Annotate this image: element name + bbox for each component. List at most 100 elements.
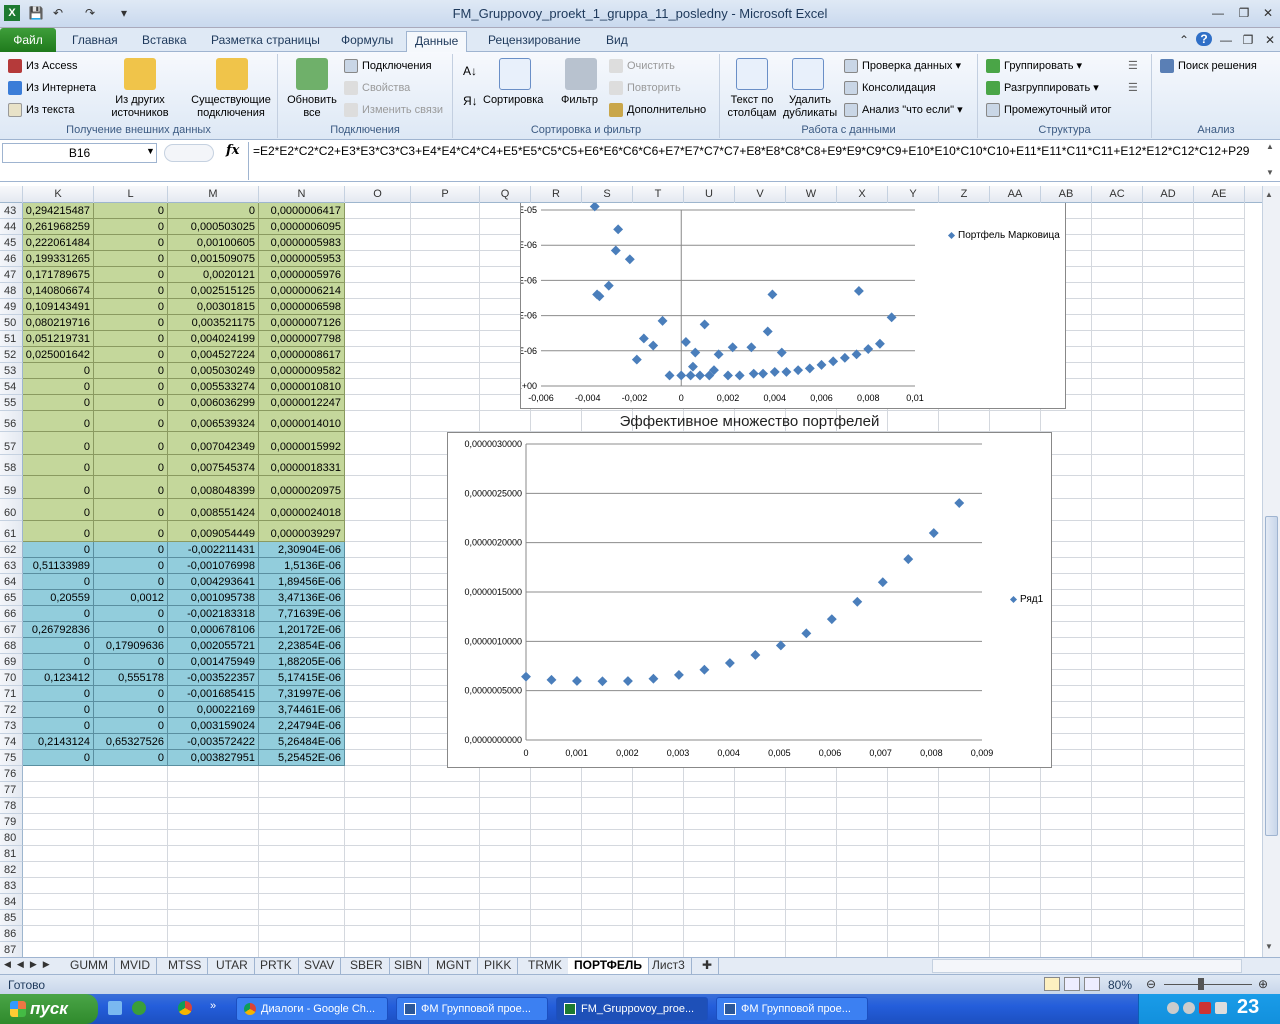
column-header-r[interactable]: R [531, 186, 582, 203]
cell-ad50[interactable] [1143, 315, 1194, 331]
cell-ac51[interactable] [1092, 331, 1143, 347]
row-header[interactable]: 48 [0, 283, 23, 299]
scroll-thumb[interactable] [1265, 516, 1278, 836]
cell-r84[interactable] [531, 894, 582, 910]
cell-ac56[interactable] [1092, 411, 1143, 432]
what-if-button[interactable]: Анализ "что если" ▾ [844, 103, 963, 118]
cell-p79[interactable] [411, 814, 480, 830]
cell-q85[interactable] [480, 910, 531, 926]
row-header[interactable]: 76 [0, 766, 23, 782]
column-header-ad[interactable]: AD [1143, 186, 1194, 203]
cell-p87[interactable] [411, 942, 480, 957]
cell-n65[interactable]: 3,47136E-06 [259, 590, 345, 606]
normal-view-icon[interactable] [1044, 977, 1060, 991]
cell-u77[interactable] [684, 782, 735, 798]
column-header-p[interactable]: P [411, 186, 480, 203]
cell-ae53[interactable] [1194, 363, 1245, 379]
taskbar-item-chrome[interactable]: Диалоги - Google Ch... [236, 997, 388, 1021]
cell-l55[interactable]: 0 [94, 395, 168, 411]
cell-o49[interactable] [345, 299, 411, 315]
cell-x87[interactable] [837, 942, 888, 957]
cell-ae76[interactable] [1194, 766, 1245, 782]
cell-q77[interactable] [480, 782, 531, 798]
cell-w84[interactable] [786, 894, 837, 910]
cell-aa84[interactable] [990, 894, 1041, 910]
cell-k61[interactable]: 0 [23, 521, 94, 542]
cell-l61[interactable]: 0 [94, 521, 168, 542]
cell-ac48[interactable] [1092, 283, 1143, 299]
tab-formulas[interactable]: Формулы [333, 31, 401, 52]
cell-k66[interactable]: 0 [23, 606, 94, 622]
column-header-z[interactable]: Z [939, 186, 990, 203]
sheet-tab-4[interactable]: UTAR [210, 958, 255, 974]
cell-ad43[interactable] [1143, 203, 1194, 219]
cell-l80[interactable] [94, 830, 168, 846]
cell-z86[interactable] [939, 926, 990, 942]
cell-o76[interactable] [345, 766, 411, 782]
from-access-button[interactable]: Из Access [8, 59, 77, 73]
cell-y82[interactable] [888, 862, 939, 878]
cell-aa82[interactable] [990, 862, 1041, 878]
cell-ae52[interactable] [1194, 347, 1245, 363]
tab-file[interactable]: Файл [0, 28, 56, 52]
column-header-u[interactable]: U [684, 186, 735, 203]
cell-n81[interactable] [259, 846, 345, 862]
cell-t79[interactable] [633, 814, 684, 830]
cell-p53[interactable] [411, 363, 480, 379]
row-header[interactable]: 53 [0, 363, 23, 379]
tab-page-layout[interactable]: Разметка страницы [203, 31, 328, 52]
cell-w86[interactable] [786, 926, 837, 942]
cell-ac73[interactable] [1092, 718, 1143, 734]
sheet-tab-5[interactable]: PRTK [254, 958, 299, 974]
filter-button[interactable]: Фильтр [561, 94, 598, 106]
cell-s77[interactable] [582, 782, 633, 798]
cell-ae81[interactable] [1194, 846, 1245, 862]
cell-u87[interactable] [684, 942, 735, 957]
close-button[interactable]: ✕ [1260, 6, 1276, 20]
row-header[interactable]: 86 [0, 926, 23, 942]
row-header[interactable]: 43 [0, 203, 23, 219]
cell-p51[interactable] [411, 331, 480, 347]
cell-ae71[interactable] [1194, 686, 1245, 702]
cell-m82[interactable] [168, 862, 259, 878]
row-header[interactable]: 61 [0, 521, 23, 542]
column-header-m[interactable]: M [168, 186, 259, 203]
cell-ae80[interactable] [1194, 830, 1245, 846]
column-header-ae[interactable]: AE [1194, 186, 1245, 203]
cell-ad44[interactable] [1143, 219, 1194, 235]
cell-ad87[interactable] [1143, 942, 1194, 957]
cell-ae56[interactable] [1194, 411, 1245, 432]
name-box-dropdown-icon[interactable]: ▼ [146, 146, 155, 156]
row-header[interactable]: 69 [0, 654, 23, 670]
cell-ae84[interactable] [1194, 894, 1245, 910]
cell-l79[interactable] [94, 814, 168, 830]
cell-l81[interactable] [94, 846, 168, 862]
column-header-w[interactable]: W [786, 186, 837, 203]
cell-k45[interactable]: 0,222061484 [23, 235, 94, 251]
cell-r87[interactable] [531, 942, 582, 957]
cell-l46[interactable]: 0 [94, 251, 168, 267]
cell-v85[interactable] [735, 910, 786, 926]
cell-q78[interactable] [480, 798, 531, 814]
cell-ac74[interactable] [1092, 734, 1143, 750]
cell-m72[interactable]: 0,00022169 [168, 702, 259, 718]
cell-ad74[interactable] [1143, 734, 1194, 750]
cell-k43[interactable]: 0,294215487 [23, 203, 94, 219]
cell-ad60[interactable] [1143, 499, 1194, 521]
cell-o67[interactable] [345, 622, 411, 638]
cell-l87[interactable] [94, 942, 168, 957]
cell-ab85[interactable] [1041, 910, 1092, 926]
row-header[interactable]: 58 [0, 455, 23, 476]
cell-l78[interactable] [94, 798, 168, 814]
cell-t85[interactable] [633, 910, 684, 926]
cell-u78[interactable] [684, 798, 735, 814]
cell-m81[interactable] [168, 846, 259, 862]
row-header[interactable]: 65 [0, 590, 23, 606]
formula-input[interactable]: =E2*E2*C2*C2+E3*E3*C3*C3+E4*E4*C4*C4+E5*… [248, 142, 1262, 180]
cell-l66[interactable]: 0 [94, 606, 168, 622]
cell-w85[interactable] [786, 910, 837, 926]
cell-k84[interactable] [23, 894, 94, 910]
cell-ac85[interactable] [1092, 910, 1143, 926]
cell-l56[interactable]: 0 [94, 411, 168, 432]
cell-ad72[interactable] [1143, 702, 1194, 718]
